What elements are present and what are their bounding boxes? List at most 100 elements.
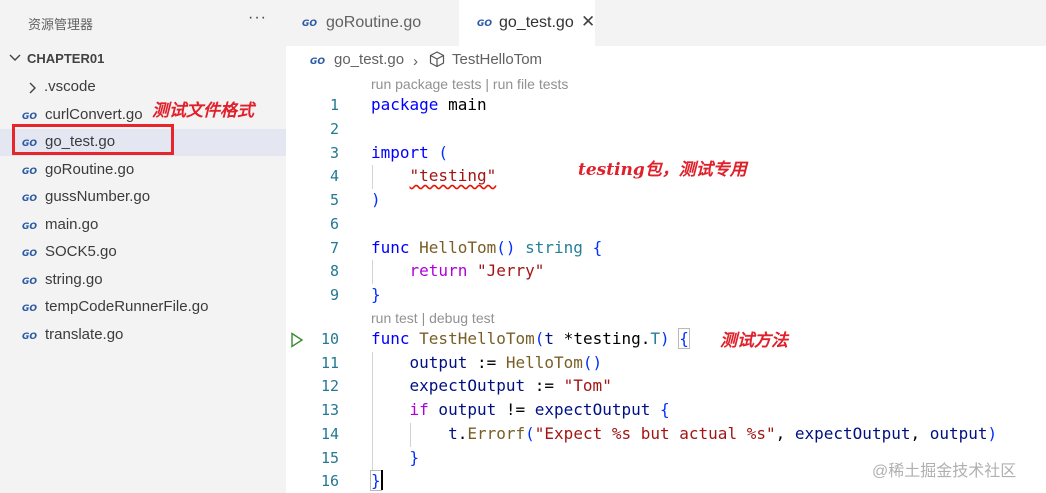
method-symbol-icon (429, 51, 445, 68)
token: . (457, 424, 468, 443)
token: { (582, 238, 603, 257)
line-number: 2 (329, 120, 339, 138)
token: expectOutput (534, 400, 651, 419)
line-number: 7 (329, 239, 339, 257)
line-number: 12 (320, 377, 339, 395)
line-number: 16 (320, 472, 339, 490)
token: t (448, 424, 458, 443)
tree-item-label: SOCK5.go (45, 243, 117, 260)
go-file-icon: GO (310, 57, 325, 65)
tab-goroutine[interactable]: GO goRoutine.go (286, 0, 458, 46)
token: } (370, 470, 382, 491)
folder-name: CHAPTER01 (27, 51, 105, 66)
go-file-icon: GO (22, 112, 37, 120)
token: if (409, 400, 429, 419)
annotation-testing-package: testing包，测试专用 (578, 160, 747, 180)
tree-item-string[interactable]: GO string.go (0, 267, 286, 294)
svg-text:GO: GO (22, 167, 37, 175)
tree-item-translate[interactable]: GO translate.go (0, 322, 286, 349)
chevron-right-icon (29, 82, 36, 94)
code-line-15: } (371, 448, 420, 467)
svg-text:GO: GO (477, 19, 492, 27)
go-file-icon: GO (22, 304, 37, 312)
breadcrumb-file[interactable]: go_test.go (334, 51, 404, 68)
token: () (496, 238, 516, 257)
code-line-10: func TestHelloTom(t *testing.T) { (371, 328, 690, 349)
code-line-5: ) (371, 190, 381, 209)
token: T (650, 329, 661, 348)
token: , (910, 424, 930, 443)
token: != (496, 400, 535, 419)
explorer-sidebar: 资源管理器 ··· CHAPTER01 .vscode GO curlConve… (0, 0, 286, 493)
line-number: 14 (320, 425, 339, 443)
watermark: @稀土掘金技术社区 (872, 463, 1017, 480)
token: import (371, 143, 429, 162)
svg-text:GO: GO (302, 19, 317, 27)
tab-label: goRoutine.go (326, 14, 422, 31)
token: string (515, 238, 583, 257)
codelens-run-test[interactable]: run test | debug test (371, 310, 495, 326)
tree-item-label: translate.go (45, 326, 124, 343)
svg-text:GO: GO (22, 112, 37, 120)
tab-bar: GO goRoutine.go GO go_test.go ✕ (286, 0, 1046, 46)
tree-item-label: main.go (45, 216, 99, 233)
tab-label: go_test.go (499, 14, 574, 31)
token: , (775, 424, 795, 443)
line-number: 5 (329, 191, 339, 209)
highlight-box (12, 124, 174, 155)
token: return (409, 261, 468, 280)
svg-text:GO: GO (310, 57, 325, 65)
token: := (467, 353, 506, 372)
go-file-icon: GO (22, 167, 37, 175)
token: := (525, 376, 564, 395)
token: { (678, 328, 690, 349)
tree-item-main[interactable]: GO main.go (0, 212, 286, 239)
token: ) (371, 190, 381, 209)
code-line-7: func HelloTom() string { (371, 238, 602, 257)
token: Errorf (467, 424, 526, 443)
more-actions-icon[interactable]: ··· (248, 9, 267, 27)
code-line-1: package main (371, 95, 487, 114)
token: main (438, 95, 487, 114)
breadcrumb-symbol[interactable]: TestHelloTom (452, 51, 542, 68)
token: } (409, 448, 420, 467)
token: ) (987, 424, 998, 443)
token: ( (428, 143, 449, 162)
go-file-icon: GO (22, 222, 37, 230)
token: ) (660, 329, 670, 348)
code-line-12: expectOutput := "Tom" (371, 376, 612, 395)
breadcrumb-separator: › (413, 53, 418, 70)
tree-item-gussnumber[interactable]: GO gussNumber.go (0, 184, 286, 211)
token: "Expect %s but actual %s" (534, 424, 776, 443)
svg-text:GO: GO (22, 277, 37, 285)
token: ( (525, 424, 535, 443)
tree-item-goroutine[interactable]: GO goRoutine.go (0, 157, 286, 184)
close-icon[interactable]: ✕ (581, 12, 595, 32)
token: TestHelloTom (409, 329, 535, 348)
svg-text:GO: GO (22, 194, 37, 202)
line-number: 3 (329, 144, 339, 162)
tab-go-test[interactable]: GO go_test.go ✕ (459, 0, 595, 46)
annotation-test-file-format: 测试文件格式 (152, 101, 254, 121)
token: func (371, 238, 410, 257)
tree-item-tempcoderunnerfile[interactable]: GO tempCodeRunnerFile.go (0, 294, 286, 321)
folder-chapter01[interactable]: CHAPTER01 (0, 48, 286, 70)
token: "Jerry" (467, 261, 545, 280)
go-file-icon: GO (22, 194, 37, 202)
svg-text:GO: GO (22, 222, 37, 230)
svg-text:GO: GO (22, 249, 37, 257)
code-line-3: import ( (371, 143, 448, 162)
go-file-icon: GO (22, 249, 37, 257)
tree-item-label: .vscode (44, 78, 96, 95)
tree-item-sock5[interactable]: GO SOCK5.go (0, 239, 286, 266)
tree-item-label: curlConvert.go (45, 106, 143, 123)
tree-item-label: gussNumber.go (45, 188, 151, 205)
line-number: 9 (329, 286, 339, 304)
codelens-run-package-tests[interactable]: run package tests | run file tests (371, 76, 568, 92)
line-number: 10 (320, 330, 339, 348)
token: expectOutput (794, 424, 911, 443)
code-line-8: return "Jerry" (371, 261, 545, 280)
code-line-13: if output != expectOutput { (371, 400, 670, 419)
token: output (929, 424, 988, 443)
line-number: 15 (320, 449, 339, 467)
